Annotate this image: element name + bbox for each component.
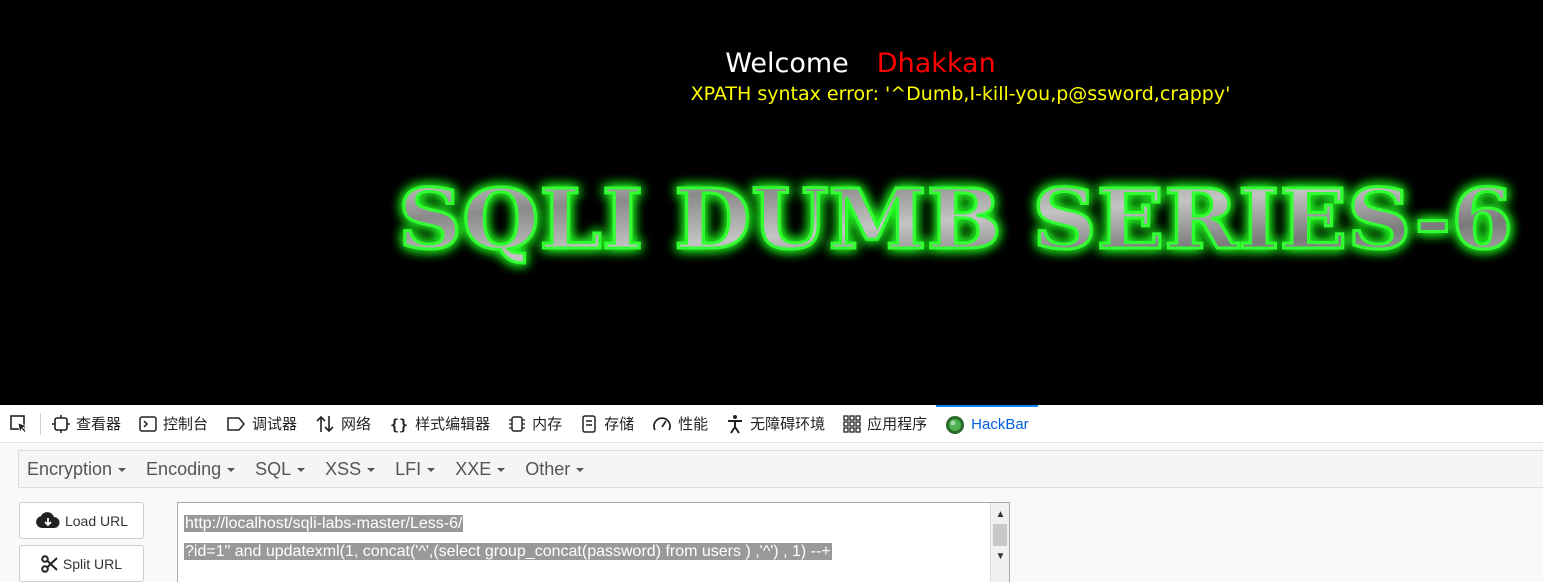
username-text: Dhakkan [876,48,996,79]
url-line-2: ?id=1" and updatexml(1, concat('^',(sele… [184,543,832,560]
load-url-label: Load URL [64,512,129,529]
welcome-text: Welcome [725,48,849,79]
menu-label: SQL [255,458,292,479]
storage-icon [582,414,596,433]
hackbar-icon [946,415,965,434]
load-url-button[interactable]: Load URL [19,502,144,539]
split-url-label: Split URL [62,555,123,572]
tab-style-editor[interactable]: {} 样式编辑器 [380,405,499,443]
toolbar-divider [40,412,41,435]
menu-sql[interactable]: SQL [247,459,313,480]
url-line-1: http://localhost/sqli-labs-master/Less-6… [184,515,464,532]
tab-label: 内存 [532,416,563,433]
chevron-down-icon [227,468,236,472]
menu-encoding[interactable]: Encoding [138,459,243,480]
xpath-error-text: XPATH syntax error: '^Dumb,I-kill-you,p@… [690,83,1231,105]
chevron-down-icon [497,468,506,472]
accessibility-icon [728,414,743,434]
hackbar-menu-bar: Encryption Encoding SQL XSS LFI XXE Othe… [18,450,1543,488]
chevron-down-icon [576,468,585,472]
pick-element-icon [10,414,29,434]
console-icon [139,415,157,432]
element-picker-button[interactable] [0,405,38,443]
menu-label: XSS [325,458,362,479]
tab-label: 无障碍环境 [750,416,826,433]
debugger-icon [227,416,246,431]
hackbar-panel: Encryption Encoding SQL XSS LFI XXE Othe… [0,444,1543,582]
tab-accessibility[interactable]: 无障碍环境 [717,405,834,443]
menu-lfi[interactable]: LFI [387,459,443,480]
tab-label: 样式编辑器 [415,416,491,433]
tab-storage[interactable]: 存储 [571,405,643,443]
scrollbar-thumb[interactable] [993,524,1007,546]
welcome-line: Welcome Dhakkan [0,48,1543,79]
tab-label: 控制台 [163,416,209,433]
chevron-down-icon [297,468,306,472]
devtools-panel: 查看器 控制台 调试器 网络 {} 样式编辑器 内存 存储 性能 无障碍环境 应… [0,404,1543,582]
tab-debugger[interactable]: 调试器 [217,405,306,443]
chevron-down-icon [367,468,376,472]
split-url-button[interactable]: Split URL [19,545,144,582]
menu-label: Encryption [27,458,113,479]
scrollbar[interactable]: ▲ ▼ [990,503,1009,582]
page-content: Welcome Dhakkan XPATH syntax error: '^Dum… [0,0,1543,405]
tab-label: 存储 [604,416,635,433]
scroll-down-icon[interactable]: ▼ [991,547,1009,565]
performance-icon [653,416,671,430]
menu-label: LFI [395,458,422,479]
sqli-title-image: SQLI DUMB SERIES-6 [397,171,1515,270]
menu-other[interactable]: Other [517,459,592,480]
tab-application[interactable]: 应用程序 [834,405,936,443]
inspector-icon [52,414,70,433]
sqli-title-text: SQLI DUMB SERIES-6 [398,172,1513,268]
tab-hackbar[interactable]: HackBar [936,404,1038,443]
tab-label: 查看器 [76,416,122,433]
tab-network[interactable]: 网络 [306,405,380,443]
tab-label: 应用程序 [867,416,928,433]
tab-performance[interactable]: 性能 [643,405,717,443]
menu-xss[interactable]: XSS [317,459,383,480]
svg-text:{}: {} [390,416,408,433]
network-icon [316,415,334,432]
tab-inspector[interactable]: 查看器 [43,405,130,443]
menu-xxe[interactable]: XXE [447,459,513,480]
tab-label: HackBar [971,416,1029,433]
tab-label: 网络 [341,416,372,433]
tab-memory[interactable]: 内存 [499,405,571,443]
cloud-download-icon [36,511,60,528]
scissors-icon [41,554,58,573]
chevron-down-icon [427,468,436,472]
tab-label: 性能 [678,416,709,433]
tab-label: 调试器 [252,416,298,433]
tab-console[interactable]: 控制台 [130,405,217,443]
style-editor-icon: {} [390,416,408,433]
menu-label: Other [525,458,571,479]
menu-encryption[interactable]: Encryption [19,459,134,480]
devtools-toolbar: 查看器 控制台 调试器 网络 {} 样式编辑器 内存 存储 性能 无障碍环境 应… [0,404,1543,443]
memory-icon [509,415,526,432]
url-textarea[interactable]: http://localhost/sqli-labs-master/Less-6… [177,502,1010,582]
url-text: http://localhost/sqli-labs-master/Less-6… [184,510,832,566]
menu-label: XXE [455,458,492,479]
chevron-down-icon [118,468,127,472]
application-icon [843,414,861,433]
menu-label: Encoding [146,458,222,479]
scroll-up-icon[interactable]: ▲ [991,505,1009,523]
